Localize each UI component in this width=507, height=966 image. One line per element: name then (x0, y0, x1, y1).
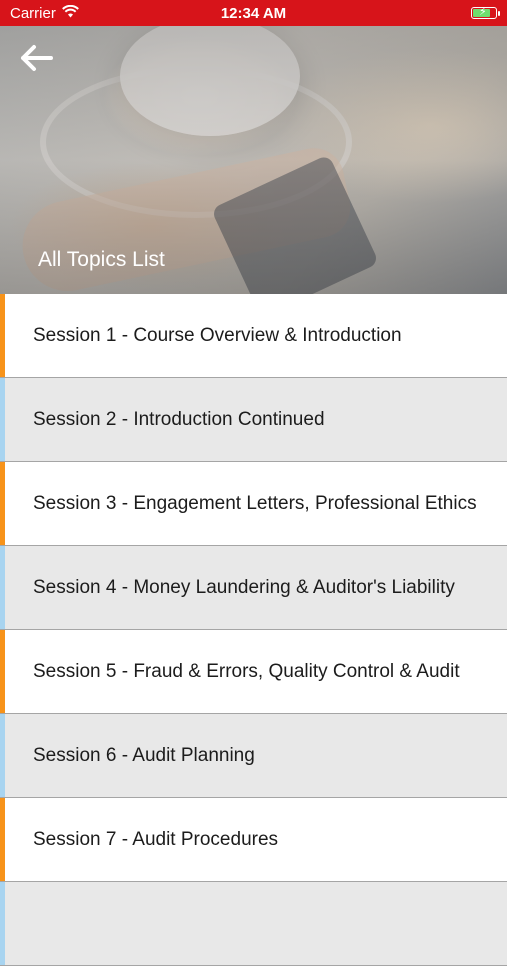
row-accent (0, 630, 5, 713)
arrow-left-icon (19, 44, 53, 77)
row-accent (0, 462, 5, 545)
row-accent (0, 798, 5, 881)
page-title: All Topics List (38, 248, 165, 271)
wifi-icon (61, 4, 79, 22)
status-left: Carrier (10, 4, 79, 22)
row-accent (0, 294, 5, 377)
session-label: Session 1 - Course Overview & Introducti… (33, 324, 402, 346)
session-row-8[interactable] (0, 882, 507, 966)
row-accent (0, 378, 5, 461)
session-row-7[interactable]: Session 7 - Audit Procedures (0, 798, 507, 882)
session-label: Session 4 - Money Laundering & Auditor's… (33, 576, 455, 598)
session-row-4[interactable]: Session 4 - Money Laundering & Auditor's… (0, 546, 507, 630)
session-label: Session 6 - Audit Planning (33, 744, 255, 766)
session-label: Session 2 - Introduction Continued (33, 408, 325, 430)
session-row-5[interactable]: Session 5 - Fraud & Errors, Quality Cont… (0, 630, 507, 714)
session-list: Session 1 - Course Overview & Introducti… (0, 294, 507, 966)
session-row-6[interactable]: Session 6 - Audit Planning (0, 714, 507, 798)
battery-icon: ⚡ (471, 6, 500, 19)
row-accent (0, 714, 5, 797)
row-accent (0, 882, 5, 965)
status-bar: Carrier 12:34 AM ⚡ (0, 0, 507, 26)
session-row-1[interactable]: Session 1 - Course Overview & Introducti… (0, 294, 507, 378)
session-label: Session 3 - Engagement Letters, Professi… (33, 492, 477, 514)
carrier-label: Carrier (10, 4, 56, 22)
session-label: Session 5 - Fraud & Errors, Quality Cont… (33, 660, 460, 682)
header-hero-image: All Topics List (0, 26, 507, 294)
back-button[interactable] (16, 42, 56, 78)
session-row-2[interactable]: Session 2 - Introduction Continued (0, 378, 507, 462)
row-accent (0, 546, 5, 629)
session-label: Session 7 - Audit Procedures (33, 828, 279, 850)
session-row-3[interactable]: Session 3 - Engagement Letters, Professi… (0, 462, 507, 546)
